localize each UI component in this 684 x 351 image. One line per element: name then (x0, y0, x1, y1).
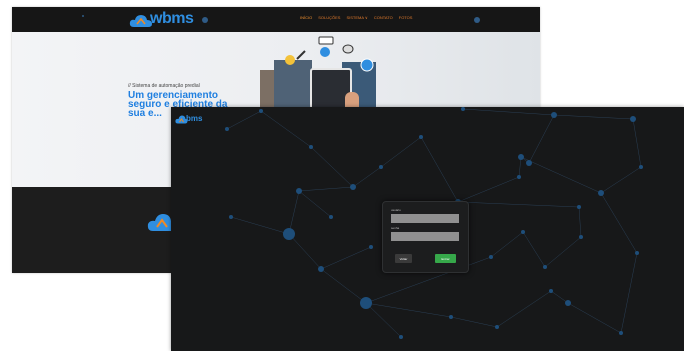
network-node (461, 107, 465, 111)
username-label: usuário (391, 208, 401, 212)
back-button[interactable]: Voltar (395, 254, 412, 263)
site-navbar: wbms INÍCIO SOLUÇÕES SISTEMA ∨ CONTATO F… (12, 7, 540, 32)
network-node (630, 116, 636, 122)
decor-dot (82, 15, 84, 17)
network-node (551, 112, 557, 118)
network-link (620, 252, 638, 334)
network-link (632, 118, 642, 168)
network-node (379, 165, 383, 169)
network-node (229, 215, 233, 219)
network-node (495, 325, 499, 329)
network-link (578, 206, 582, 238)
nav-item-inicio[interactable]: INÍCIO (300, 15, 312, 20)
plug-icon (296, 50, 306, 60)
network-link (457, 201, 580, 208)
network-link (450, 316, 498, 328)
network-node (577, 205, 581, 209)
login-logo-text: bms (186, 114, 203, 123)
network-node (309, 145, 313, 149)
decor-dot (202, 17, 208, 23)
network-node (369, 245, 373, 249)
network-node (259, 109, 263, 113)
password-label: senha (391, 226, 400, 230)
network-link (352, 166, 382, 188)
network-node (526, 160, 532, 166)
network-node (565, 300, 571, 306)
network-node (449, 315, 453, 319)
network-node (598, 190, 604, 196)
network-link (496, 290, 552, 328)
network-node (399, 335, 403, 339)
network-node (517, 175, 521, 179)
network-link (457, 176, 520, 203)
network-node (296, 188, 302, 194)
network-link (567, 302, 622, 334)
nav-item-fotos[interactable]: FOTOS (399, 15, 413, 20)
network-node (549, 289, 553, 293)
camera-icon (342, 44, 354, 54)
network-link (490, 231, 524, 258)
network-link (260, 110, 312, 148)
nav-item-contato[interactable]: CONTATO (374, 15, 393, 20)
site-nav-menu: INÍCIO SOLUÇÕES SISTEMA ∨ CONTATO FOTOS (300, 15, 412, 20)
network-link (380, 136, 422, 168)
network-link (226, 110, 262, 130)
login-window: bms usuário senha Voltar Entrar (171, 107, 684, 351)
network-link (462, 108, 555, 116)
network-link (298, 186, 354, 192)
network-link (288, 233, 322, 270)
network-link (288, 190, 300, 235)
network-link (320, 246, 372, 270)
network-node (283, 228, 295, 240)
network-link (600, 166, 642, 194)
globe-icon (360, 58, 374, 72)
submit-button[interactable]: Entrar (435, 254, 456, 263)
network-link (320, 268, 367, 304)
network-link (522, 231, 546, 268)
username-input[interactable] (391, 214, 459, 223)
nav-item-solucoes[interactable]: SOLUÇÕES (318, 15, 340, 20)
network-node (225, 127, 229, 131)
network-link (550, 290, 569, 304)
network-link (528, 114, 555, 164)
network-node (360, 297, 372, 309)
network-link (518, 156, 522, 178)
network-node (350, 184, 356, 190)
network-node (635, 251, 639, 255)
network-link (230, 216, 290, 235)
nav-item-sistema[interactable]: SISTEMA ∨ (346, 15, 367, 20)
site-logo-text: wbms (150, 10, 194, 27)
wifi-icon (320, 47, 330, 57)
network-node (619, 331, 623, 335)
network-node (639, 165, 643, 169)
network-node (419, 135, 423, 139)
network-link (310, 146, 354, 188)
air-conditioner-icon (318, 36, 334, 45)
password-input[interactable] (391, 232, 459, 241)
network-link (365, 302, 452, 318)
network-link (600, 192, 638, 254)
network-link (544, 236, 582, 268)
hero-eyebrow: // Sistema de automação predial (128, 83, 200, 89)
network-node (521, 230, 525, 234)
decor-dot (474, 17, 480, 23)
network-node (579, 235, 583, 239)
network-link (420, 136, 459, 203)
bulb-icon (285, 55, 295, 65)
network-node (329, 215, 333, 219)
network-link (520, 156, 602, 194)
login-form-card: usuário senha Voltar Entrar (382, 201, 469, 273)
network-node (543, 265, 547, 269)
network-link (298, 190, 332, 218)
network-link (553, 114, 634, 120)
network-node (318, 266, 324, 272)
network-node (489, 255, 493, 259)
network-node (518, 154, 524, 160)
